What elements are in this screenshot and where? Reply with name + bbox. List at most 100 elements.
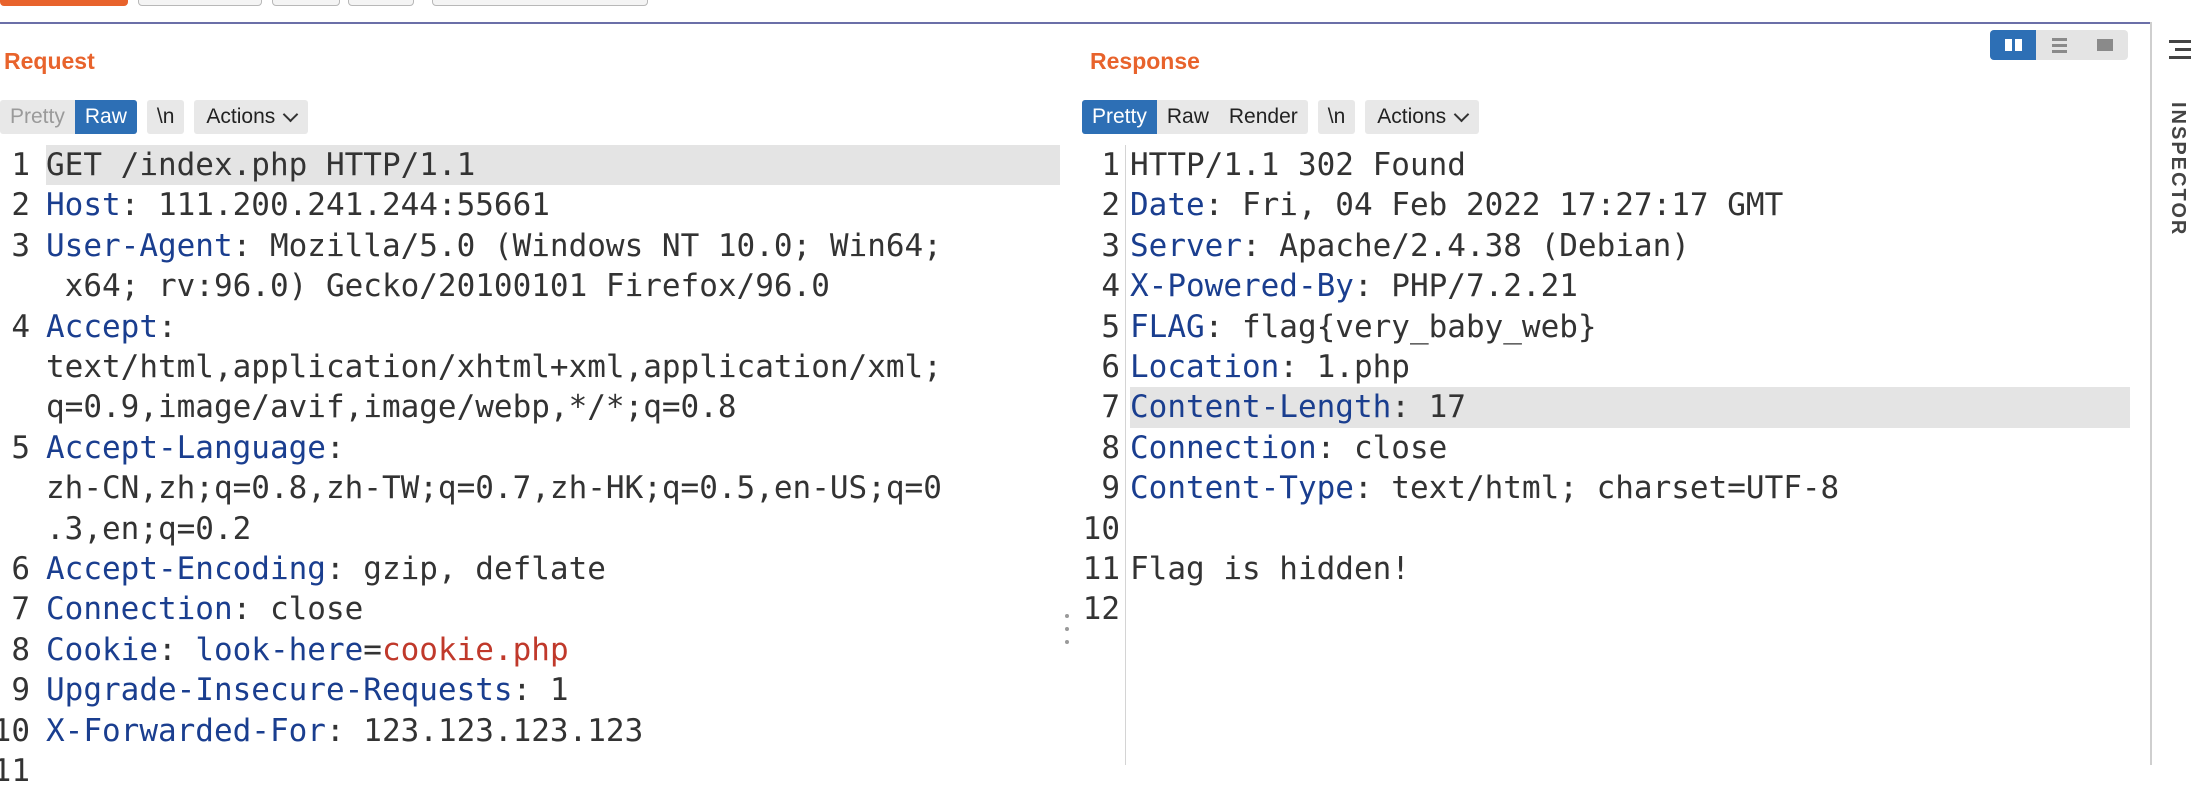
line-number: 8 (1101, 429, 1120, 466)
code-line: 10 X-Forwarded-For: 123.123.123.123 (0, 711, 1060, 751)
menu-icon[interactable] (2169, 40, 2191, 59)
rows-layout-button[interactable] (2036, 30, 2082, 60)
header-name: X-Forwarded-For (46, 712, 326, 749)
code-line-wrap: x64; rv:96.0) Gecko/20100101 Firefox/96.… (0, 266, 1060, 306)
cancel-button[interactable] (138, 0, 262, 6)
header-content-type: Content-Type: text/html; charset=UTF-8 (1130, 468, 2130, 508)
code-line-wrap: q=0.9,image/avif,image/webp,*/*;q=0.8 (0, 387, 1060, 427)
header-value: : text/html; charset=UTF-8 (1353, 470, 1840, 507)
cookie-name: look-here (195, 631, 364, 668)
header-name: Upgrade-Insecure-Requests (46, 672, 513, 709)
code-line: 6 Location: 1.php (1080, 347, 2150, 387)
code-line: 3 User-Agent: Mozilla/5.0 (Windows NT 10… (0, 226, 1060, 266)
rows-icon (2051, 37, 2067, 53)
code-line: 7 Content-Length: 17 (1080, 387, 2150, 428)
target-field[interactable] (432, 0, 648, 6)
code-line-wrap: zh-CN,zh;q=0.8,zh-TW;q=0.7,zh-HK;q=0.5,e… (0, 468, 1060, 508)
header-name: Date (1130, 187, 1205, 224)
request-pretty-button[interactable]: Pretty (0, 100, 75, 134)
single-pane-layout-button[interactable] (2082, 30, 2128, 60)
header-name: Accept-Language (46, 429, 326, 466)
inspector-tab[interactable]: INSPECTOR (2166, 102, 2189, 236)
request-actions-dropdown[interactable]: Actions (194, 100, 309, 134)
line-number: 10 (1082, 510, 1120, 547)
columns-layout-button[interactable] (1990, 30, 2036, 60)
code-line: 2 Host: 111.200.241.244:55661 (0, 185, 1060, 225)
header-date: Date: Fri, 04 Feb 2022 17:27:17 GMT (1130, 185, 2130, 225)
chevron-down-icon (282, 106, 299, 122)
response-editor[interactable]: 1 HTTP/1.1 302 Found 2 Date: Fri, 04 Feb… (1080, 145, 2150, 630)
response-raw-button[interactable]: Raw (1157, 100, 1219, 134)
code-line: 1 GET /index.php HTTP/1.1 (0, 145, 1060, 186)
header-x-powered-by: X-Powered-By: PHP/7.2.21 (1130, 266, 2130, 306)
code-line: 6 Accept-Encoding: gzip, deflate (0, 549, 1060, 589)
line-number: 5 (11, 429, 30, 466)
header-value-wrap: .3,en;q=0.2 (46, 510, 252, 547)
line-number (0, 387, 46, 427)
header-connection: Connection: close (46, 589, 1060, 629)
request-editor[interactable]: 1 GET /index.php HTTP/1.1 2 Host: 111.20… (0, 145, 1060, 792)
response-actions-dropdown[interactable]: Actions (1365, 100, 1480, 134)
header-value: : close (232, 591, 364, 628)
header-name: X-Powered-By (1130, 268, 1354, 305)
code-line: 8 Connection: close (1080, 428, 2150, 468)
line-number: 3 (1101, 227, 1120, 264)
line-number: 2 (11, 187, 30, 224)
header-name: Cookie (46, 631, 158, 668)
request-raw-button[interactable]: Raw (74, 100, 137, 134)
header-value: : gzip, deflate (325, 551, 606, 588)
code-line: 5 FLAG: flag{very_baby_web} (1080, 307, 2150, 347)
header-connection: Connection: close (1130, 428, 2130, 468)
forward-button[interactable] (348, 0, 414, 6)
line-number: 6 (1101, 349, 1120, 386)
header-value: : 123.123.123.123 (325, 712, 644, 749)
grip-dot (1065, 614, 1069, 618)
response-actions-label: Actions (1377, 105, 1447, 128)
header-name: Server (1130, 227, 1242, 264)
line-number: 3 (11, 227, 30, 264)
header-value: : 17 (1391, 389, 1466, 426)
code-line: 11 (0, 751, 1060, 791)
header-name: Location (1130, 349, 1280, 386)
request-line: GET /index.php HTTP/1.1 (46, 145, 1060, 186)
chevron-down-icon (1453, 106, 1470, 122)
code-line: 3 Server: Apache/2.4.38 (Debian) (1080, 226, 2150, 266)
line-number: 2 (1101, 187, 1120, 224)
line-number (0, 509, 46, 549)
code-line: 9 Content-Type: text/html; charset=UTF-8 (1080, 468, 2150, 508)
line-number: 4 (11, 308, 30, 345)
header-value: : PHP/7.2.21 (1353, 268, 1578, 305)
code-line: 2 Date: Fri, 04 Feb 2022 17:27:17 GMT (1080, 185, 2150, 225)
back-button[interactable] (272, 0, 340, 6)
header-value-wrap: text/html,application/xhtml+xml,applicat… (46, 349, 942, 386)
line-number: 9 (11, 672, 30, 709)
response-body: Flag is hidden! (1130, 551, 1410, 588)
request-actions-label: Actions (206, 105, 276, 128)
line-number: 11 (1082, 551, 1120, 588)
send-button[interactable] (0, 0, 128, 6)
response-pretty-button[interactable]: Pretty (1082, 100, 1157, 134)
header-value: : (157, 308, 177, 345)
pane-splitter-handle[interactable] (1064, 614, 1070, 644)
header-accept-encoding: Accept-Encoding: gzip, deflate (46, 549, 1060, 589)
response-render-button[interactable]: Render (1219, 100, 1308, 134)
response-toolbar: Pretty Raw Render \n Actions (1082, 100, 1480, 134)
response-newline-toggle[interactable]: \n (1317, 100, 1356, 134)
line-number (0, 468, 46, 508)
header-name: Connection (1130, 429, 1317, 466)
empty-line (1130, 589, 2130, 629)
inspector-sidebar: INSPECTOR (2150, 22, 2205, 765)
code-line-wrap: .3,en;q=0.2 (0, 509, 1060, 549)
line-number: 1 (11, 147, 30, 183)
line-number: 9 (1101, 470, 1120, 507)
line-number: 12 (1082, 591, 1120, 628)
grip-dot (1065, 640, 1069, 644)
code-line: 5 Accept-Language: (0, 428, 1060, 468)
status-line: HTTP/1.1 302 Found (1130, 147, 1466, 183)
header-name: Host (46, 187, 121, 224)
empty-line (46, 751, 1060, 791)
header-host: Host: 111.200.241.244:55661 (46, 185, 1060, 225)
header-name: Connection (46, 591, 233, 628)
request-newline-toggle[interactable]: \n (146, 100, 185, 134)
line-number: 7 (11, 591, 30, 628)
